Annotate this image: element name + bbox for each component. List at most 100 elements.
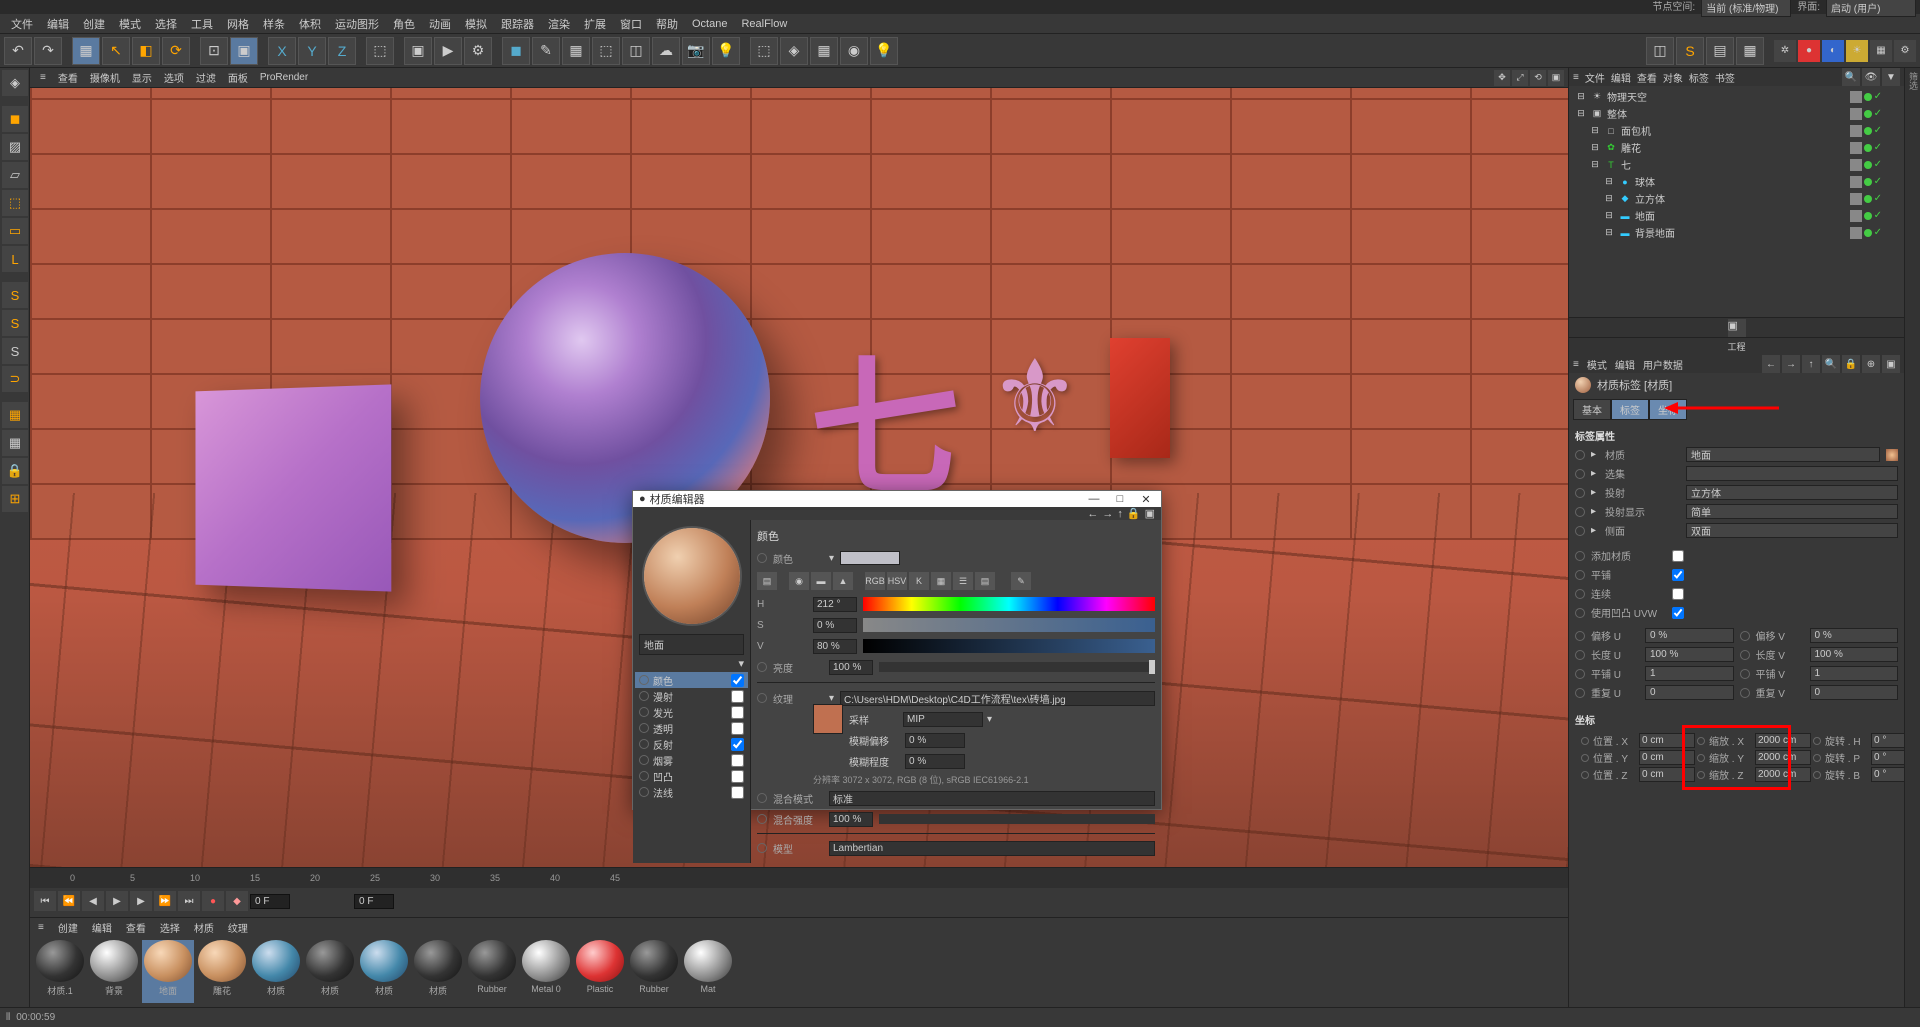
tab-basic[interactable]: 基本 [1573,399,1611,420]
layer-tag-icon[interactable] [1850,91,1862,103]
coord-field[interactable] [1755,733,1811,748]
scale-tool[interactable]: ◧ [132,37,160,65]
vis-editor-dot[interactable] [1864,93,1872,101]
attr-field[interactable] [1686,504,1898,519]
misc-button[interactable]: ◉ [840,37,868,65]
tree-row[interactable]: ⊟☀物理天空✓ [1571,88,1902,105]
rp-gear-icon[interactable]: ⚙ [1894,40,1916,62]
menu-volume[interactable]: 体积 [292,14,328,34]
coord-field[interactable] [1639,767,1695,782]
attr-dot[interactable] [1575,589,1585,599]
s3-button[interactable]: S [2,338,28,364]
s-button[interactable]: S [1676,37,1704,65]
object-tree[interactable]: ⊟☀物理天空✓⊟▣整体✓⊟□面包机✓⊟✿雕花✓⊟T七✓⊟●球体✓⊟◆立方体✓⊟▬… [1569,86,1904,317]
s2-button[interactable]: S [2,310,28,336]
me-mode-k[interactable]: K [909,572,929,590]
channel-checkbox[interactable] [731,706,744,719]
me-h-field[interactable] [813,597,857,612]
oh-search-icon[interactable]: 🔍 [1842,68,1860,86]
snap1-button[interactable]: ▦ [2,402,28,428]
ah-search-icon[interactable]: 🔍 [1822,355,1840,373]
me-mix-mode-field[interactable] [829,791,1155,806]
channel-row[interactable]: 法线 [635,784,748,800]
check-icon[interactable]: ✓ [1874,176,1882,187]
ah-mode[interactable]: 模式 [1587,357,1607,372]
attr-field[interactable] [1810,685,1899,700]
render-pv-button[interactable]: ▶ [434,37,462,65]
interface-dropdown[interactable]: 启动 (用户) [1826,0,1916,17]
me-mode-rgb[interactable]: RGB [865,572,885,590]
frame-start-field[interactable] [250,894,290,909]
channel-checkbox[interactable] [731,754,744,767]
mm-hamburger[interactable]: ≡ [34,921,48,934]
attr-checkbox[interactable] [1672,607,1684,619]
channel-row[interactable]: 凹凸 [635,768,748,784]
menu-realflow[interactable]: RealFlow [734,16,794,32]
frame-cur-field[interactable] [354,894,394,909]
material-item[interactable]: 材质 [358,940,410,1003]
s1-button[interactable]: S [2,282,28,308]
menu-tracker[interactable]: 跟踪器 [494,14,541,34]
material-item[interactable]: 材质 [250,940,302,1003]
me-s-field[interactable] [813,618,857,633]
vm-display[interactable]: 显示 [126,68,158,87]
vis-editor-dot[interactable] [1864,195,1872,203]
channel-checkbox[interactable] [731,674,744,687]
me-v-field[interactable] [813,639,857,654]
attr-dot[interactable] [1740,669,1750,679]
attr-field[interactable] [1686,523,1898,538]
material-item[interactable]: 地面 [142,940,194,1003]
coord-dot[interactable] [1813,771,1821,779]
me-min-button[interactable]: — [1085,493,1103,506]
layer-tag-icon[interactable] [1850,176,1862,188]
menu-simulate[interactable]: 模拟 [458,14,494,34]
material-item[interactable]: 材质 [412,940,464,1003]
attr-dot[interactable] [1575,570,1585,580]
layer-tag-icon[interactable] [1850,227,1862,239]
env-button[interactable]: ☁ [652,37,680,65]
vm-camera[interactable]: 摄像机 [84,68,126,87]
timeline-ruler[interactable]: 0 5 10 15 20 25 30 35 40 45 [30,868,1568,888]
vm-hamburger[interactable]: ≡ [34,70,52,85]
menu-octane[interactable]: Octane [685,16,734,32]
attr-dot[interactable] [1740,650,1750,660]
oh-hamburger[interactable]: ≡ [1573,72,1579,83]
expand-icon[interactable]: ⊟ [1603,227,1615,239]
vis-editor-dot[interactable] [1864,110,1872,118]
axis-lock[interactable]: ▣ [230,37,258,65]
expand-arrow[interactable]: ▸ [1591,506,1599,517]
channel-dot[interactable] [639,675,649,685]
texture-mode[interactable]: ▨ [2,134,28,160]
vis-editor-dot[interactable] [1864,161,1872,169]
attr-field[interactable] [1645,685,1734,700]
tree-row[interactable]: ⊟✿雕花✓ [1571,139,1902,156]
attr-dot[interactable] [1575,688,1585,698]
vm-options[interactable]: 选项 [158,68,190,87]
layer-tag-icon[interactable] [1850,142,1862,154]
menu-spline[interactable]: 样条 [256,14,292,34]
camera-button[interactable]: 📷 [682,37,710,65]
layer-tag-icon[interactable] [1850,125,1862,137]
me-model-field[interactable] [829,841,1155,856]
cube-primitive[interactable]: ◼ [502,37,530,65]
ah-fwd-icon[interactable]: → [1782,355,1800,373]
tl-next-key[interactable]: ⏩ [154,891,176,911]
coord-dot[interactable] [1813,754,1821,762]
redo-button[interactable]: ↷ [34,37,62,65]
check-icon[interactable]: ✓ [1874,210,1882,221]
attr-field[interactable] [1645,666,1734,681]
me-close-button[interactable]: ✕ [1137,493,1155,506]
volume-button[interactable]: ⬚ [750,37,778,65]
material-item[interactable]: Metal 0 [520,940,572,1003]
me-mode-2[interactable]: ◉ [789,572,809,590]
expand-icon[interactable]: ⊟ [1603,176,1615,188]
channel-row[interactable]: 反射 [635,736,748,752]
rotate-tool[interactable]: ⟳ [162,37,190,65]
expand-icon[interactable]: ⊟ [1589,159,1601,171]
attr-dot[interactable] [1575,450,1585,460]
me-tex-path[interactable] [840,691,1155,706]
poly-mode[interactable]: L [2,246,28,272]
me-lock-icon[interactable]: 🔒 [1127,507,1141,520]
attr-dot[interactable] [1740,688,1750,698]
layout-button[interactable]: ▦ [1736,37,1764,65]
